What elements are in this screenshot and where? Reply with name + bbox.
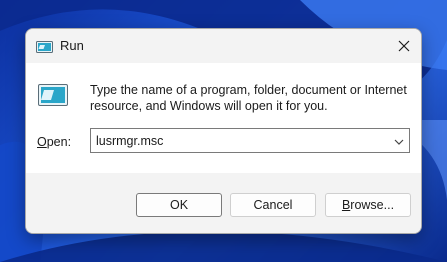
dialog-title: Run: [60, 38, 84, 53]
close-icon: [398, 40, 410, 52]
browse-access-key: B: [341, 198, 351, 212]
run-icon: [36, 40, 53, 53]
open-input[interactable]: [91, 129, 387, 152]
dialog-description: Type the name of a program, folder, docu…: [90, 83, 407, 113]
open-label-text: pen:: [46, 135, 72, 149]
browse-label-text: rowse...: [350, 198, 395, 212]
close-button[interactable]: [387, 29, 421, 63]
open-label-access-key: O: [37, 135, 47, 149]
ok-button[interactable]: OK: [136, 193, 222, 217]
title-bar[interactable]: Run: [26, 29, 421, 63]
run-dialog: Run Type the name of a program, folder, …: [25, 28, 422, 234]
dialog-footer: OK Cancel Browse...: [26, 173, 421, 233]
run-icon: [38, 84, 68, 106]
chevron-down-icon[interactable]: [393, 135, 405, 147]
open-combobox[interactable]: [90, 128, 410, 153]
cancel-button[interactable]: Cancel: [230, 193, 316, 217]
browse-button[interactable]: Browse...: [325, 193, 411, 217]
dialog-content: Type the name of a program, folder, docu…: [26, 63, 421, 173]
open-label: Open:: [37, 135, 71, 149]
